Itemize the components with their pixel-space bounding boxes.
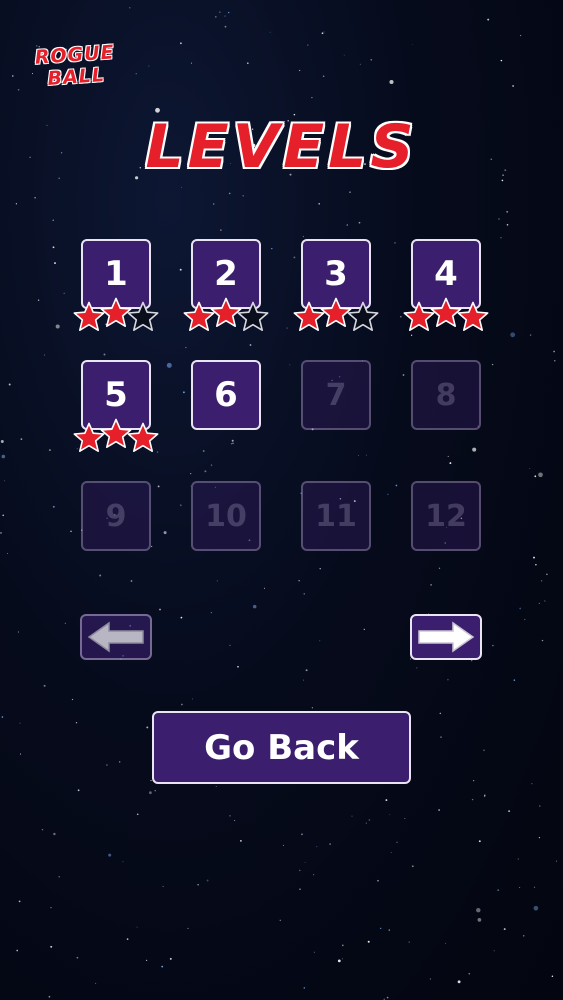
star-filled-icon bbox=[127, 422, 159, 452]
star-rating-level-3 bbox=[293, 297, 383, 331]
go-back-label: Go Back bbox=[204, 727, 359, 768]
star-empty-icon bbox=[127, 301, 159, 331]
level-tile-10: 10 bbox=[191, 481, 261, 551]
level-number: 2 bbox=[214, 254, 238, 294]
star-empty-icon bbox=[237, 301, 269, 331]
level-tile-9: 9 bbox=[81, 481, 151, 551]
level-number: 5 bbox=[104, 375, 128, 415]
star-rating-level-1 bbox=[73, 297, 163, 331]
level-tile-11: 11 bbox=[301, 481, 371, 551]
level-tile-6[interactable]: 6 bbox=[191, 360, 261, 430]
level-number: 4 bbox=[434, 254, 458, 294]
level-number: 12 bbox=[425, 498, 467, 534]
star-rating-level-5 bbox=[73, 418, 163, 452]
prev-page-button[interactable] bbox=[80, 614, 152, 660]
level-number: 8 bbox=[435, 377, 457, 413]
next-page-button[interactable] bbox=[410, 614, 482, 660]
level-number: 11 bbox=[315, 498, 357, 534]
star-filled-icon bbox=[457, 301, 489, 331]
star-empty-icon bbox=[347, 301, 379, 331]
level-number: 10 bbox=[205, 498, 247, 534]
level-number: 6 bbox=[214, 375, 238, 415]
page-title: LEVELS bbox=[145, 112, 418, 182]
level-tile-12: 12 bbox=[411, 481, 481, 551]
star-rating-level-2 bbox=[183, 297, 273, 331]
game-logo: ROGUE BALL bbox=[17, 40, 135, 92]
level-number: 9 bbox=[105, 498, 127, 534]
level-tile-8: 8 bbox=[411, 360, 481, 430]
level-number: 3 bbox=[324, 254, 348, 294]
level-tile-7: 7 bbox=[301, 360, 371, 430]
level-number: 1 bbox=[104, 254, 128, 294]
go-back-button[interactable]: Go Back bbox=[152, 711, 411, 784]
level-number: 7 bbox=[325, 377, 347, 413]
arrow-right-icon bbox=[418, 621, 475, 653]
star-rating-level-4 bbox=[403, 297, 493, 331]
arrow-left-icon bbox=[87, 621, 144, 653]
